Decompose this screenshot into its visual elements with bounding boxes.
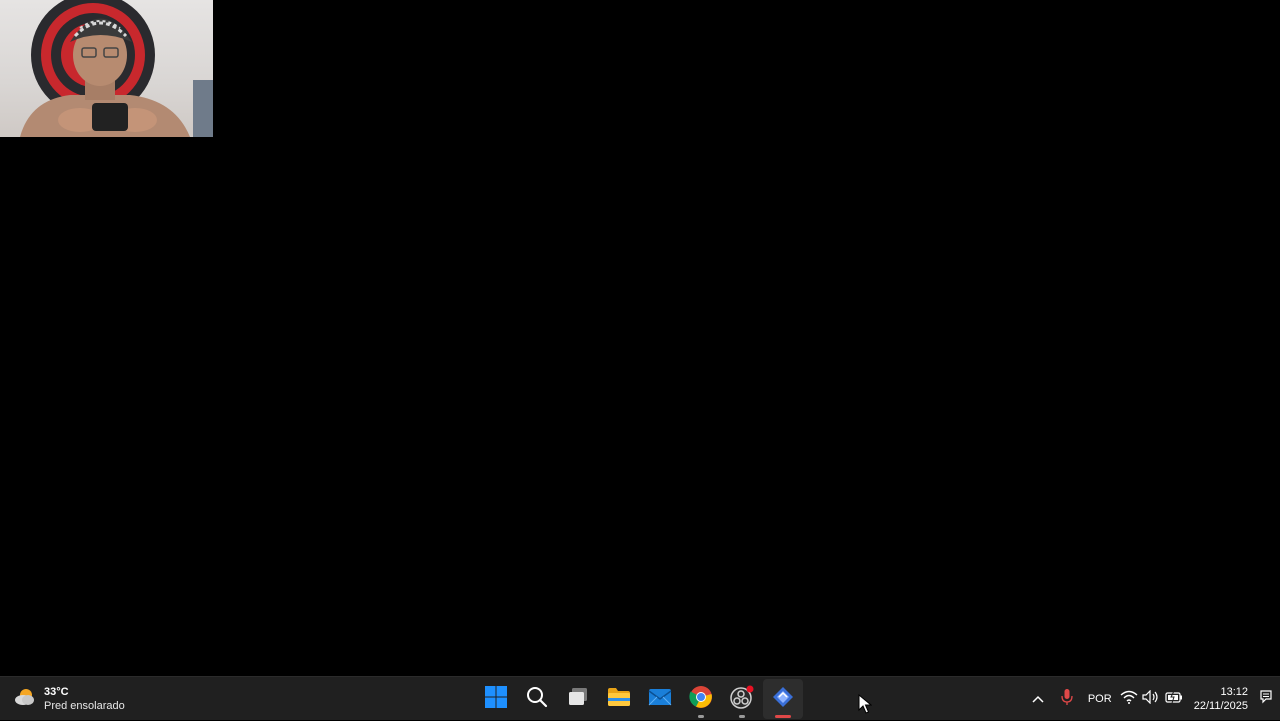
folder-icon [607, 686, 631, 713]
weather-widget[interactable]: 33°C Pred ensolarado [14, 681, 125, 717]
obs-recording-icon [730, 685, 754, 714]
weather-condition: Pred ensolarado [44, 700, 125, 712]
webcam-overlay [0, 0, 213, 137]
show-hidden-icons-button[interactable] [1024, 677, 1052, 721]
clock[interactable]: 13:12 22/11/2025 [1186, 677, 1254, 721]
battery-button[interactable] [1162, 677, 1186, 721]
search-button[interactable] [517, 679, 557, 719]
desktop[interactable] [0, 0, 1280, 676]
taskbar: 33°C Pred ensolarado POR 13:12 22/11/202… [0, 676, 1280, 720]
mail-button[interactable] [640, 679, 680, 719]
sun-cloud-icon [14, 686, 36, 713]
clock-time: 13:12 [1220, 686, 1248, 698]
microphone-icon [1061, 688, 1073, 711]
clock-date: 22/11/2025 [1193, 700, 1248, 712]
task-view-button[interactable] [558, 679, 598, 719]
notification-bell-icon [1259, 689, 1275, 710]
language-label: POR [1087, 693, 1112, 705]
editor-app-button[interactable] [763, 679, 803, 719]
search-icon [526, 686, 548, 713]
language-indicator[interactable]: POR [1082, 677, 1118, 721]
webcam-person-image [20, 0, 190, 137]
chevron-up-icon [1032, 690, 1044, 708]
mail-icon [648, 687, 672, 712]
obs-button[interactable] [722, 679, 762, 719]
running-indicator [739, 715, 745, 718]
file-explorer-button[interactable] [599, 679, 639, 719]
microphone-button[interactable] [1052, 677, 1082, 721]
system-tray: POR 13:12 22/11/2025 [1024, 677, 1280, 721]
windows-start-icon [484, 685, 508, 714]
wifi-button[interactable] [1118, 677, 1140, 721]
running-indicator [698, 715, 704, 718]
notifications-button[interactable] [1254, 677, 1280, 721]
active-indicator [775, 715, 791, 718]
task-view-icon [567, 686, 589, 713]
speaker-icon [1142, 689, 1160, 709]
battery-charging-icon [1165, 690, 1183, 708]
chrome-button[interactable] [681, 679, 721, 719]
volume-button[interactable] [1140, 677, 1162, 721]
weather-temperature: 33°C [44, 686, 69, 698]
chrome-icon [689, 685, 713, 714]
start-button[interactable] [476, 679, 516, 719]
app-diamond-icon [771, 685, 795, 714]
mouse-cursor-icon [858, 693, 873, 719]
wifi-icon [1120, 690, 1138, 709]
taskbar-apps [476, 677, 804, 721]
